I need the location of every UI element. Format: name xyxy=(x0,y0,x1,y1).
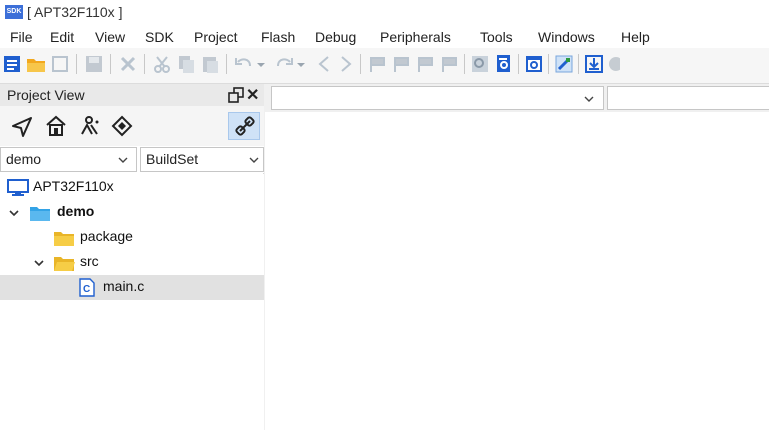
toolbar-separator xyxy=(110,54,111,74)
refresh-icon[interactable] xyxy=(50,54,70,74)
redo-icon[interactable] xyxy=(274,54,294,74)
symbol-combobox[interactable] xyxy=(607,86,769,110)
menu-help[interactable]: Help xyxy=(621,29,650,45)
bookmark-icon[interactable] xyxy=(368,54,388,74)
menu-edit[interactable]: Edit xyxy=(50,29,74,45)
navigate-icon[interactable] xyxy=(10,114,34,138)
main-toolbar xyxy=(0,48,769,84)
menu-project[interactable]: Project xyxy=(194,29,238,45)
view-icon-bar xyxy=(0,106,264,146)
bookmark-clear-icon[interactable] xyxy=(440,54,460,74)
stop-icon[interactable] xyxy=(606,54,620,74)
chevron-down-icon xyxy=(249,157,259,163)
scope-combobox[interactable] xyxy=(271,86,604,110)
bookmark-prev-icon[interactable] xyxy=(416,54,436,74)
undo-dropdown-icon[interactable] xyxy=(254,54,268,74)
toolbar-separator xyxy=(360,54,361,74)
toolbar-separator xyxy=(144,54,145,74)
window-title: [ APT32F110x ] xyxy=(27,4,123,20)
back-icon[interactable] xyxy=(314,54,334,74)
tree-node-main-c[interactable]: C main.c xyxy=(0,275,264,300)
toolbar-separator xyxy=(464,54,465,74)
menu-flash[interactable]: Flash xyxy=(261,29,295,45)
project-dropdown[interactable]: demo xyxy=(0,147,137,172)
chevron-down-icon[interactable] xyxy=(8,208,20,218)
menu-bar: File Edit View SDK Project Flash Debug P… xyxy=(0,26,769,48)
tree-node-label: APT32F110x xyxy=(33,178,114,194)
search-window-icon[interactable] xyxy=(524,54,544,74)
cut-icon[interactable] xyxy=(152,54,172,74)
tree-node-package[interactable]: package xyxy=(0,225,264,250)
menu-windows[interactable]: Windows xyxy=(538,29,595,45)
svg-text:C: C xyxy=(83,284,90,295)
open-folder-icon[interactable] xyxy=(26,54,46,74)
tree-node-src[interactable]: src xyxy=(0,250,264,275)
forward-icon[interactable] xyxy=(336,54,356,74)
tree-node-label: main.c xyxy=(103,278,145,294)
title-bar: SDK [ APT32F110x ] xyxy=(0,0,769,26)
toolbar-separator xyxy=(226,54,227,74)
chevron-down-icon xyxy=(584,96,594,102)
project-tree: APT32F110x demo package src C main.c xyxy=(0,174,264,430)
float-panel-icon[interactable] xyxy=(228,87,244,103)
menu-peripherals[interactable]: Peripherals xyxy=(380,29,451,45)
folder-icon xyxy=(30,207,50,221)
editor-navigation-bar xyxy=(268,84,769,112)
new-file-icon[interactable] xyxy=(2,54,22,74)
save-icon[interactable] xyxy=(84,54,104,74)
bookmark-next-icon[interactable] xyxy=(392,54,412,74)
panel-header: Project View ✕ xyxy=(0,84,264,106)
tree-node-target[interactable]: APT32F110x xyxy=(0,175,264,200)
home-icon[interactable] xyxy=(44,114,68,138)
close-panel-icon[interactable]: ✕ xyxy=(246,85,259,105)
link-icon xyxy=(235,116,255,136)
diamond-icon[interactable] xyxy=(110,114,134,138)
project-selectors: demo BuildSet xyxy=(0,146,264,173)
undo-icon[interactable] xyxy=(234,54,254,74)
chip-icon[interactable] xyxy=(77,114,101,138)
build-icon[interactable] xyxy=(554,54,574,74)
project-view-panel: Project View ✕ demo BuildSet APT32F110x xyxy=(0,84,264,430)
chevron-down-icon xyxy=(118,157,128,163)
sdk-app-icon: SDK xyxy=(5,5,23,19)
computer-icon xyxy=(7,179,29,196)
menu-tools[interactable]: Tools xyxy=(480,29,513,45)
editor-area[interactable] xyxy=(265,112,769,430)
toolbar-separator xyxy=(548,54,549,74)
tree-node-demo[interactable]: demo xyxy=(0,200,264,225)
menu-sdk[interactable]: SDK xyxy=(145,29,174,45)
toolbar-separator xyxy=(578,54,579,74)
buildset-dropdown-value: BuildSet xyxy=(146,151,199,167)
folder-icon xyxy=(54,232,74,246)
tree-node-label: src xyxy=(80,253,99,269)
link-toggle-button[interactable] xyxy=(228,112,260,140)
menu-file[interactable]: File xyxy=(10,29,33,45)
c-file-icon: C xyxy=(79,278,95,297)
download-icon[interactable] xyxy=(584,54,604,74)
find-in-files-icon[interactable] xyxy=(494,54,514,74)
project-dropdown-value: demo xyxy=(6,151,42,167)
toolbar-separator xyxy=(518,54,519,74)
copy-icon[interactable] xyxy=(176,54,196,74)
tree-node-label: package xyxy=(80,228,133,244)
tree-node-label: demo xyxy=(57,203,95,219)
redo-dropdown-icon[interactable] xyxy=(294,54,308,74)
find-icon[interactable] xyxy=(470,54,490,74)
paste-icon[interactable] xyxy=(200,54,220,74)
menu-view[interactable]: View xyxy=(95,29,125,45)
toolbar-separator xyxy=(76,54,77,74)
folder-open-icon xyxy=(54,257,75,271)
panel-title: Project View xyxy=(7,87,85,103)
buildset-dropdown[interactable]: BuildSet xyxy=(140,147,264,172)
menu-debug[interactable]: Debug xyxy=(315,29,356,45)
delete-icon[interactable] xyxy=(118,54,138,74)
chevron-down-icon[interactable] xyxy=(33,258,45,268)
